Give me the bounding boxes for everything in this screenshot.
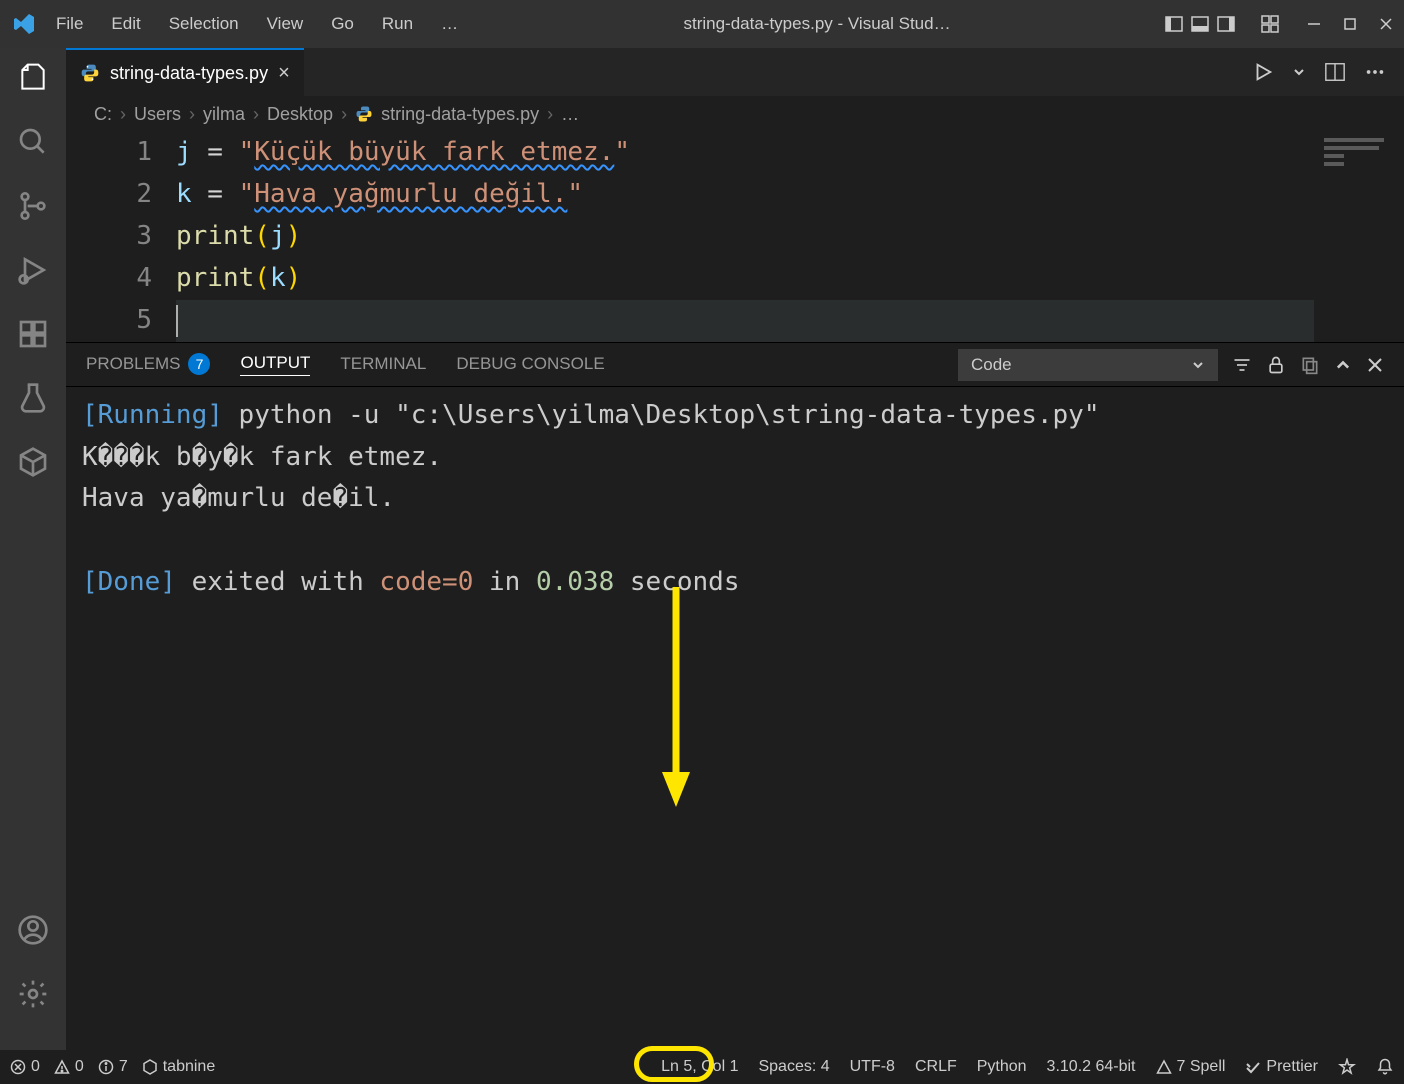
status-spell[interactable]: 7 Spell	[1156, 1058, 1226, 1076]
output-line-done: [Done] exited with code=0 in 0.038 secon…	[82, 562, 1388, 604]
accounts-icon[interactable]	[15, 912, 51, 948]
output-body[interactable]: [Running] python -u "c:\Users\yilma\Desk…	[66, 387, 1404, 872]
editor-area: string-data-types.py × C:› Users› yilma›…	[66, 48, 1404, 1050]
code-line-1[interactable]: j = "Küçük büyük fark etmez."	[176, 132, 1394, 174]
status-eol[interactable]: CRLF	[915, 1058, 957, 1076]
run-debug-icon[interactable]	[15, 252, 51, 288]
status-errors[interactable]: 0	[10, 1058, 40, 1076]
breadcrumb-users[interactable]: Users	[134, 104, 181, 125]
python-file-icon	[80, 63, 100, 83]
menu-selection[interactable]: Selection	[157, 8, 251, 40]
minimap[interactable]	[1314, 132, 1404, 342]
lock-scroll-icon[interactable]	[1266, 355, 1286, 375]
status-notifications-icon[interactable]	[1376, 1058, 1394, 1076]
output-line-2: Hava ya�murlu de�il.	[82, 478, 1388, 520]
tab-debug-console[interactable]: DEBUG CONSOLE	[456, 354, 604, 376]
more-actions-icon[interactable]	[1364, 61, 1386, 83]
tab-label: string-data-types.py	[110, 63, 268, 84]
search-icon[interactable]	[15, 124, 51, 160]
breadcrumbs[interactable]: C:› Users› yilma› Desktop› string-data-t…	[66, 96, 1404, 132]
panel: PROBLEMS 7 OUTPUT TERMINAL DEBUG CONSOLE…	[66, 342, 1404, 872]
line-gutter: 1 2 3 4 5	[66, 132, 176, 342]
window-controls	[1304, 14, 1396, 34]
status-interpreter[interactable]: 3.10.2 64-bit	[1047, 1058, 1136, 1076]
status-warnings[interactable]: 0	[54, 1058, 84, 1076]
problems-badge: 7	[188, 353, 210, 375]
breadcrumb-desktop[interactable]: Desktop	[267, 104, 333, 125]
panel-tabs: PROBLEMS 7 OUTPUT TERMINAL DEBUG CONSOLE…	[66, 343, 1404, 387]
status-lncol[interactable]: Ln 5, Col 1	[661, 1058, 738, 1076]
tab-string-data-types[interactable]: string-data-types.py ×	[66, 48, 304, 96]
explorer-icon[interactable]	[15, 60, 51, 96]
vscode-logo-icon	[8, 12, 40, 36]
titlebar: File Edit Selection View Go Run … string…	[0, 0, 1404, 48]
status-encoding[interactable]: UTF-8	[850, 1058, 895, 1076]
activity-bar	[0, 48, 66, 1050]
tab-close-icon[interactable]: ×	[278, 62, 290, 85]
status-feedback-icon[interactable]	[1338, 1058, 1356, 1076]
menu-file[interactable]: File	[44, 8, 95, 40]
breadcrumb-file[interactable]: string-data-types.py	[381, 104, 539, 125]
tab-terminal[interactable]: TERMINAL	[340, 354, 426, 376]
menu-bar: File Edit Selection View Go Run …	[44, 8, 470, 40]
breadcrumb-yilma[interactable]: yilma	[203, 104, 245, 125]
menu-view[interactable]: View	[255, 8, 316, 40]
minimize-icon[interactable]	[1304, 14, 1324, 34]
output-channel-select[interactable]: Code	[958, 349, 1218, 381]
testing-icon[interactable]	[15, 380, 51, 416]
settings-gear-icon[interactable]	[15, 976, 51, 1012]
cube-icon[interactable]	[15, 444, 51, 480]
code-editor[interactable]: 1 2 3 4 5 j = "Küçük büyük fark etmez." …	[66, 132, 1404, 342]
extensions-icon[interactable]	[15, 316, 51, 352]
code-line-2[interactable]: k = "Hava yağmurlu değil."	[176, 174, 1394, 216]
code-line-3[interactable]: print(j)	[176, 216, 1394, 258]
status-prettier[interactable]: Prettier	[1245, 1058, 1318, 1076]
cursor	[176, 305, 178, 337]
status-language[interactable]: Python	[977, 1058, 1027, 1076]
menu-go[interactable]: Go	[319, 8, 366, 40]
tab-output[interactable]: OUTPUT	[240, 353, 310, 376]
split-editor-icon[interactable]	[1324, 61, 1346, 83]
window-title: string-data-types.py - Visual Stud…	[474, 14, 1160, 34]
code-line-5[interactable]	[176, 300, 1394, 342]
toggle-primary-sidebar-icon[interactable]	[1164, 14, 1184, 34]
run-dropdown-icon[interactable]	[1292, 65, 1306, 79]
statusbar: 0 0 7 tabnine Ln 5, Col 1 Spaces: 4 UTF-…	[0, 1050, 1404, 1084]
filter-icon[interactable]	[1232, 355, 1252, 375]
output-line-running: [Running] python -u "c:\Users\yilma\Desk…	[82, 395, 1388, 437]
toggle-panel-icon[interactable]	[1190, 14, 1210, 34]
editor-tabs: string-data-types.py ×	[66, 48, 1404, 96]
output-line-1: K���k b�y�k fark etmez.	[82, 437, 1388, 479]
menu-edit[interactable]: Edit	[99, 8, 152, 40]
breadcrumb-c[interactable]: C:	[94, 104, 112, 125]
maximize-icon[interactable]	[1340, 14, 1360, 34]
annotation-arrow	[656, 587, 696, 817]
code-content[interactable]: j = "Küçük büyük fark etmez." k = "Hava …	[176, 132, 1404, 342]
status-spaces[interactable]: Spaces: 4	[758, 1058, 829, 1076]
close-icon[interactable]	[1376, 14, 1396, 34]
code-line-4[interactable]: print(k)	[176, 258, 1394, 300]
chevron-down-icon	[1191, 358, 1205, 372]
python-file-icon	[355, 105, 373, 123]
breadcrumb-more[interactable]: …	[561, 104, 579, 125]
main-area: string-data-types.py × C:› Users› yilma›…	[0, 48, 1404, 1050]
tab-problems[interactable]: PROBLEMS 7	[86, 353, 210, 377]
menu-run[interactable]: Run	[370, 8, 425, 40]
source-control-icon[interactable]	[15, 188, 51, 224]
run-code-icon[interactable]	[1252, 61, 1274, 83]
status-tabnine[interactable]: tabnine	[142, 1058, 216, 1076]
customize-layout-icon[interactable]	[1260, 14, 1280, 34]
editor-actions	[1252, 48, 1404, 96]
menu-more[interactable]: …	[429, 8, 470, 40]
toggle-secondary-sidebar-icon[interactable]	[1216, 14, 1236, 34]
status-info[interactable]: 7	[98, 1058, 128, 1076]
layout-controls	[1164, 14, 1280, 34]
